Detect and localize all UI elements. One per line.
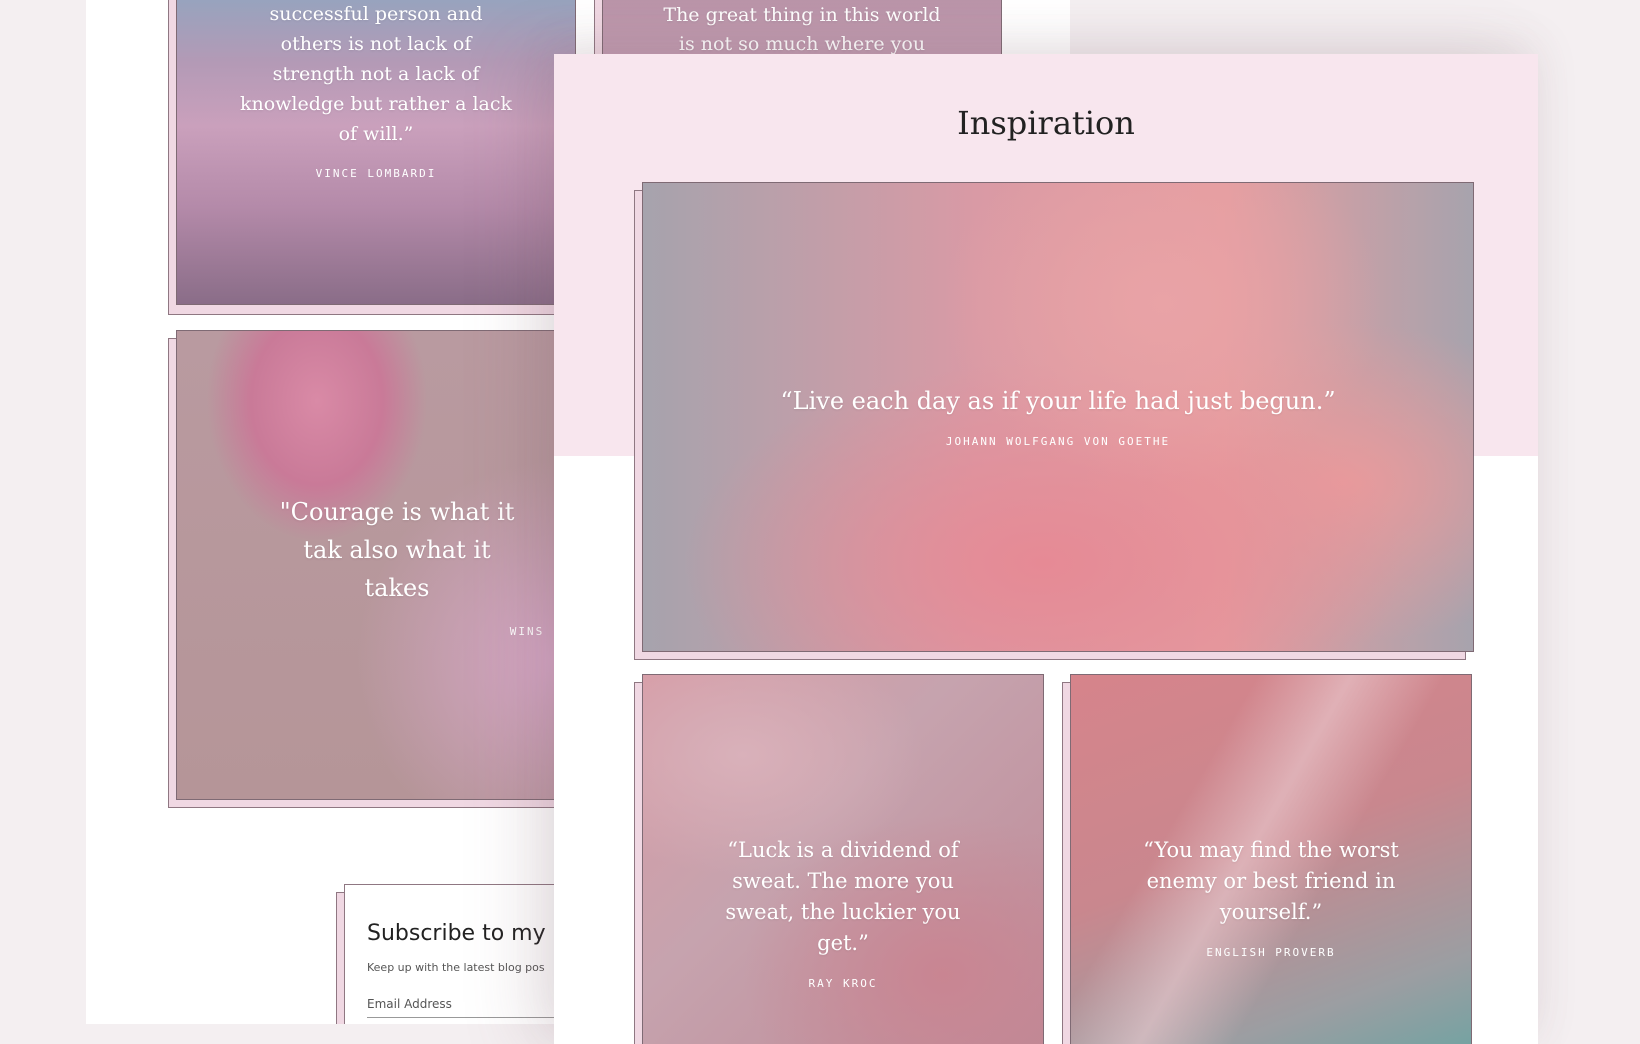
quote-author: VINCE LOMBARDI [315, 167, 437, 180]
quote-card[interactable]: “Luck is a dividend of sweat. The more y… [634, 674, 1046, 1044]
quote-text: The great thing in this world is not so … [663, 4, 941, 55]
quote-text: “You may find the worst enemy or best fr… [1143, 838, 1399, 924]
quote-card[interactable]: “Live each day as if your life had just … [634, 182, 1474, 660]
card-image: “Live each day as if your life had just … [642, 182, 1474, 652]
quote-text: "Courage is what it tak also what it tak… [279, 497, 515, 602]
quote-author: RAY KROC [808, 977, 878, 990]
page-title: Inspiration [957, 104, 1135, 142]
quote-card[interactable]: “You may find the worst enemy or best fr… [1062, 674, 1474, 1044]
quote-card[interactable]: successful person and others is not lack… [168, 0, 578, 315]
subscribe-title: Subscribe to my n [367, 921, 567, 946]
quote-author: WINS [509, 624, 545, 638]
quote-card[interactable]: "Courage is what it tak also what it tak… [168, 330, 578, 808]
quote-author: JOHANN WOLFGANG VON GOETHE [945, 435, 1171, 448]
subscribe-description: Keep up with the latest blog pos [367, 961, 545, 974]
quote-text: “Luck is a dividend of sweat. The more y… [725, 838, 961, 955]
quote-text: “Live each day as if your life had just … [780, 387, 1336, 415]
card-image: “Luck is a dividend of sweat. The more y… [642, 674, 1044, 1044]
card-image: "Courage is what it tak also what it tak… [176, 330, 578, 800]
quote-text: successful person and others is not lack… [239, 3, 513, 145]
front-page: Inspiration “Live each day as if your li… [554, 54, 1538, 1044]
quote-author: ENGLISH PROVERB [1206, 946, 1336, 959]
card-image: “You may find the worst enemy or best fr… [1070, 674, 1472, 1044]
card-image: successful person and others is not lack… [176, 0, 576, 305]
